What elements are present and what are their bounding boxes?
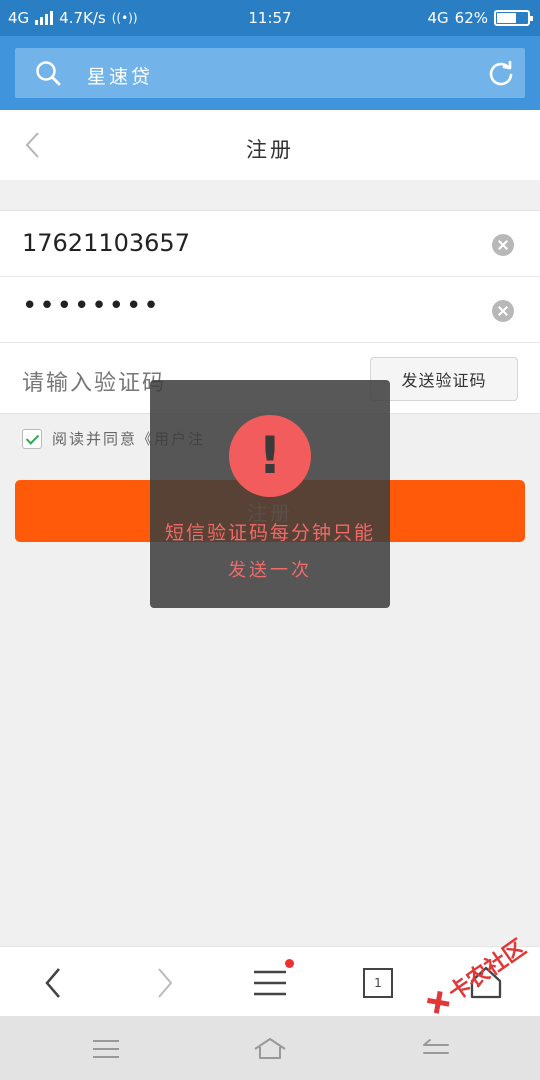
browser-toolbar: 星速贷: [0, 36, 540, 110]
status-right: 4G 62%: [427, 9, 533, 27]
search-icon[interactable]: [35, 60, 61, 86]
hamburger-menu-icon: [254, 970, 286, 996]
phone-input[interactable]: [22, 229, 422, 257]
clear-password-icon[interactable]: [492, 300, 514, 322]
browser-tabs-button[interactable]: 1: [358, 963, 398, 1003]
toast-message: ! 短信验证码每分钟只能 发送一次: [150, 380, 390, 608]
password-input[interactable]: ••••••••: [22, 291, 422, 321]
status-bar: 4G 4.7K/s ((•)) 11:57 4G 62%: [0, 0, 540, 36]
battery-percent: 62%: [454, 9, 488, 27]
toast-text-line1: 短信验证码每分钟只能: [164, 522, 375, 544]
page-title: 注册: [246, 138, 294, 162]
battery-icon: [494, 10, 533, 26]
password-row: ••••••••: [0, 277, 540, 343]
clear-phone-icon[interactable]: [492, 234, 514, 256]
system-home-icon[interactable]: [253, 1034, 287, 1064]
system-nav-bar: [0, 1016, 540, 1080]
page-header: 注册: [0, 110, 540, 180]
exclamation-icon: !: [229, 415, 311, 497]
tab-count: 1: [363, 968, 393, 998]
browser-menu-button[interactable]: [250, 959, 294, 1003]
send-code-button[interactable]: 发送验证码: [370, 357, 518, 401]
toast-text-line2: 发送一次: [228, 560, 312, 581]
system-menu-icon[interactable]: [89, 1034, 123, 1064]
battery-fill: [497, 13, 516, 23]
system-back-icon[interactable]: [420, 1034, 454, 1064]
browser-back-icon[interactable]: [34, 963, 74, 1003]
notification-dot: [285, 959, 294, 968]
refresh-icon[interactable]: [487, 59, 515, 87]
browser-forward-icon[interactable]: [144, 963, 184, 1003]
phone-row: [0, 211, 540, 277]
network-right-label: 4G: [427, 9, 449, 27]
address-text[interactable]: 星速贷: [87, 62, 153, 89]
agreement-checkbox[interactable]: [22, 428, 42, 449]
address-bar[interactable]: 星速贷: [15, 48, 525, 98]
